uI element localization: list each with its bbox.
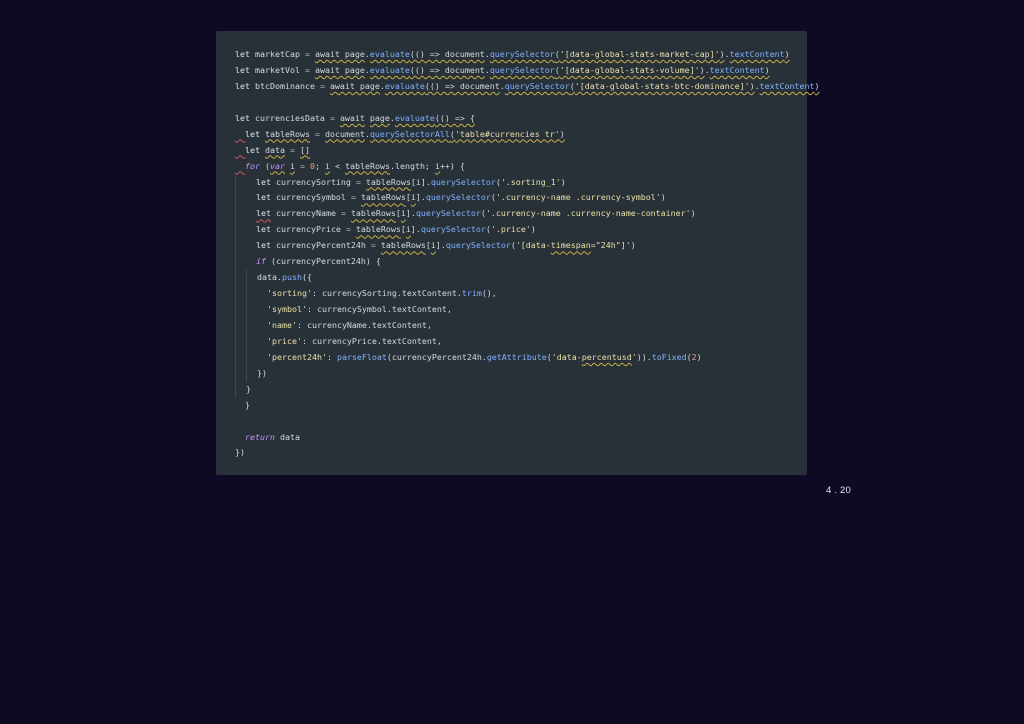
- slide: let marketCap = await page.evaluate(() =…: [0, 0, 1024, 724]
- code-line: let data = []: [245, 144, 310, 155]
- code-line: let marketVol = await page.evaluate(() =…: [235, 64, 770, 75]
- code-screenshot-panel: let marketCap = await page.evaluate(() =…: [216, 31, 820, 475]
- code-block: let marketCap = await page.evaluate(() =…: [235, 47, 820, 461]
- code-line: let currenciesData = await page.evaluate…: [235, 112, 475, 123]
- code-line: if (currencyPercent24h) {: [235, 254, 820, 271]
- code-line: }: [235, 381, 820, 398]
- code-line: let currencyName = tableRows[i].querySel…: [235, 206, 820, 223]
- code-line: 'symbol': currencySymbol.textContent,: [235, 302, 820, 318]
- code-line: data.push({: [235, 270, 820, 287]
- code-line: }): [235, 447, 245, 458]
- code-line: return data: [245, 431, 300, 442]
- code-line: let currencySymbol = tableRows[i].queryS…: [235, 190, 820, 207]
- code-line: let tableRows = document.querySelectorAl…: [245, 128, 565, 139]
- code-line: 'name': currencyName.textContent,: [235, 317, 820, 334]
- code-line: for (var i = 0; i < tableRows.length; i+…: [245, 160, 465, 171]
- code-line: let currencyPrice = tableRows[i].querySe…: [235, 222, 820, 239]
- code-line: 'price': currencyPrice.textContent,: [235, 333, 820, 350]
- code-line: }): [235, 365, 820, 382]
- code-line: let currencySorting = tableRows[i].query…: [235, 174, 820, 191]
- code-line: 'percent24h': parseFloat(currencyPercent…: [235, 349, 820, 366]
- code-line: let btcDominance = await page.evaluate((…: [235, 80, 820, 91]
- code-line: }: [235, 399, 250, 410]
- slide-page-number: 4 . 20: [826, 485, 851, 496]
- code-line: 'sorting': currencySorting.textContent.t…: [235, 286, 820, 302]
- code-line: let currencyPercent24h = tableRows[i].qu…: [235, 238, 820, 255]
- code-line: let marketCap = await page.evaluate(() =…: [235, 49, 790, 59]
